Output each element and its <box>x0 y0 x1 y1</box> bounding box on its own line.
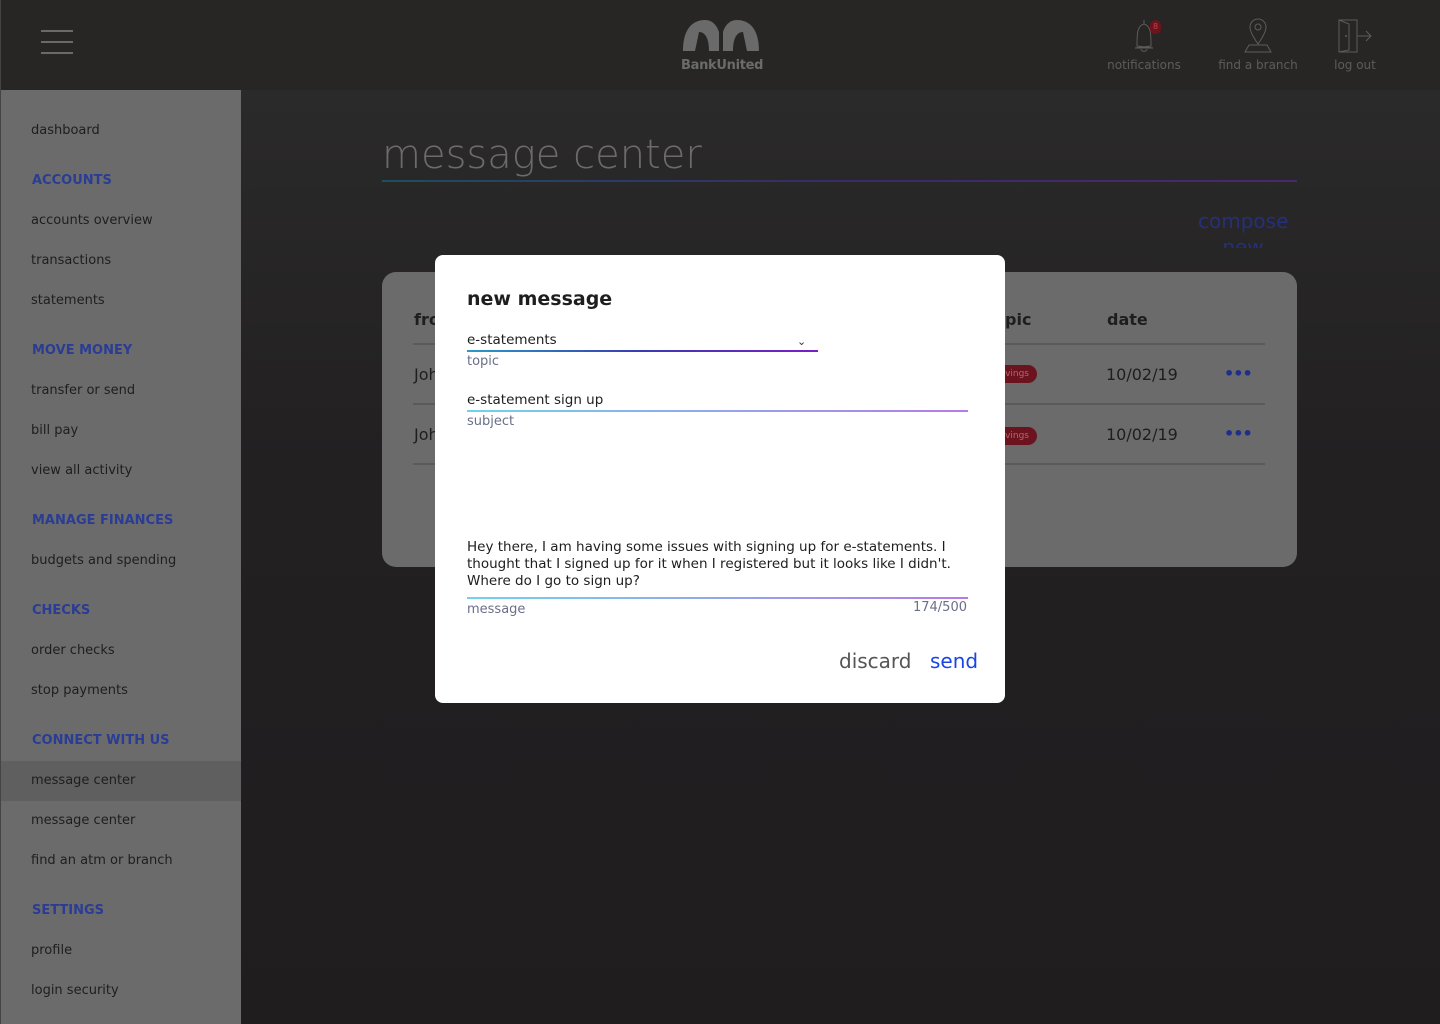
sidebar-item-find-an-atm-or-branch[interactable]: find an atm or branch <box>1 841 241 881</box>
character-count: 174/500 <box>912 600 967 615</box>
page-title: message center <box>382 132 702 178</box>
find-branch-label: find a branch <box>1218 58 1298 72</box>
message-textarea[interactable]: Hey there, I am having some issues with … <box>467 539 967 590</box>
subject-underline <box>467 410 968 412</box>
sidebar-item-dashboard[interactable]: dashboard <box>1 111 241 151</box>
sidebar-item-message-center[interactable]: message center <box>1 761 241 801</box>
send-button[interactable]: send <box>930 649 978 673</box>
sidebar-item-message-center[interactable]: message center <box>1 801 241 841</box>
notification-badge: 8 <box>1150 20 1161 34</box>
map-pin-icon <box>1244 18 1272 53</box>
sidebar-item-budgets-and-spending[interactable]: budgets and spending <box>1 541 241 581</box>
chevron-down-icon[interactable]: ⌄ <box>797 335 806 348</box>
column-header-date: date <box>1107 310 1148 329</box>
subject-label: subject <box>467 414 515 429</box>
sidebar-section-heading: ACCOUNTS <box>32 173 112 188</box>
notifications-button[interactable]: 8 notifications <box>1105 18 1183 72</box>
brand-name: BankUnited <box>681 58 764 73</box>
brand-logo[interactable]: BankUnited <box>681 18 764 73</box>
sidebar-nav: dashboard ACCOUNTS accounts overview transa… <box>0 90 241 1024</box>
sidebar-item-transactions[interactable]: transactions <box>1 241 241 281</box>
message-label: message <box>467 602 526 617</box>
log-out-label: log out <box>1334 58 1376 72</box>
top-header: BankUnited 8 notifications find a branch… <box>0 0 1440 90</box>
sidebar-item-accounts-overview[interactable]: accounts overview <box>1 201 241 241</box>
find-branch-button[interactable]: find a branch <box>1217 18 1299 72</box>
sidebar-item-login-security[interactable]: login security <box>1 971 241 1011</box>
message-underline <box>467 597 968 599</box>
sidebar-item-transfer-or-send[interactable]: transfer or send <box>1 371 241 411</box>
topic-underline <box>467 350 818 352</box>
sidebar-section-heading: MOVE MONEY <box>32 343 133 358</box>
topic-label: topic <box>467 354 500 369</box>
bankunited-arch-icon <box>683 20 759 51</box>
door-exit-icon <box>1338 19 1372 53</box>
dialog-title: new message <box>467 288 613 310</box>
sidebar-item-statements[interactable]: statements <box>1 281 241 321</box>
more-options-icon[interactable]: ••• <box>1224 364 1253 383</box>
sidebar-item-view-all-activity[interactable]: view all activity <box>1 451 241 491</box>
notifications-label: notifications <box>1107 58 1181 72</box>
sidebar-section-heading: CHECKS <box>32 603 91 618</box>
topic-select[interactable]: e-statements <box>467 332 817 348</box>
sidebar-item-bill-pay[interactable]: bill pay <box>1 411 241 451</box>
sidebar-section-heading: SETTINGS <box>32 903 105 918</box>
new-message-dialog: new message e-statements ⌄ topic e-state… <box>435 255 1005 703</box>
sidebar-item-profile[interactable]: profile <box>1 931 241 971</box>
discard-button[interactable]: discard <box>839 649 912 673</box>
sidebar-section-heading: CONNECT WITH US <box>32 733 170 748</box>
subject-input[interactable]: e-statement sign up <box>467 392 967 408</box>
row-date: 10/02/19 <box>1106 425 1178 444</box>
log-out-button[interactable]: log out <box>1331 18 1379 72</box>
row-date: 10/02/19 <box>1106 365 1178 384</box>
sidebar-item-order-checks[interactable]: order checks <box>1 631 241 671</box>
sidebar-item-stop-payments[interactable]: stop payments <box>1 671 241 711</box>
hamburger-menu-icon[interactable] <box>41 30 73 56</box>
sidebar-section-heading: MANAGE FINANCES <box>32 513 174 528</box>
compose-new-button[interactable]: compose new <box>1198 208 1288 248</box>
title-underline <box>382 180 1297 182</box>
more-options-icon[interactable]: ••• <box>1224 424 1253 443</box>
column-header-topic: pic <box>1005 310 1032 329</box>
